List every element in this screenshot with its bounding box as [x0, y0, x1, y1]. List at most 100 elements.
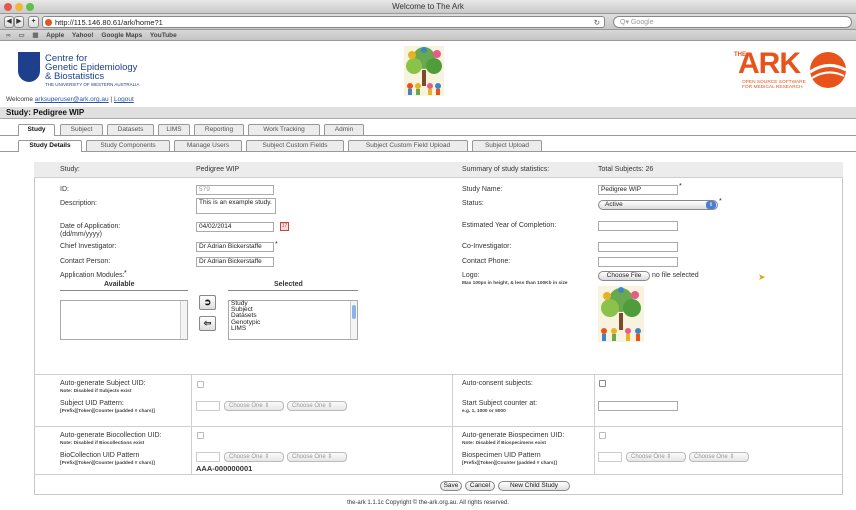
back-button[interactable]: ◀ — [4, 16, 14, 28]
choose-file-button[interactable]: Choose File — [598, 271, 650, 281]
cgeb-logo-text: Centre for Genetic Epidemiology & Biosta… — [45, 54, 137, 82]
contact-phone-field[interactable] — [598, 257, 678, 267]
reading-list-icon[interactable]: ∞ — [6, 32, 11, 39]
bio-uid-example: AAA-000000001 — [196, 464, 253, 473]
tab-admin[interactable]: Admin — [324, 124, 364, 135]
bio-counter-select[interactable]: Choose One ⇕ — [287, 452, 347, 462]
available-divider — [60, 290, 188, 291]
biospec-prefix-field[interactable] — [598, 452, 622, 462]
cancel-button[interactable]: Cancel — [465, 481, 495, 491]
selected-modules-list[interactable]: Study Subject Datasets Genotypic LIMS — [228, 300, 358, 340]
ark-swoosh-icon — [809, 52, 847, 88]
auto-bio-checkbox[interactable] — [197, 432, 204, 439]
auto-consent-label: Auto-consent subjects: — [462, 380, 533, 387]
biospec-pattern-label: Biospecimen UID Pattern — [462, 452, 541, 459]
main-tabs: Study Subject Datasets LIMS Reporting Wo… — [0, 124, 856, 136]
minimize-window-icon[interactable] — [15, 3, 23, 11]
tab-study-components[interactable]: Study Components — [86, 140, 170, 151]
column-divider — [191, 374, 192, 426]
bookmark-apple[interactable]: Apple — [46, 32, 64, 39]
available-scrollbar[interactable] — [180, 301, 187, 339]
add-bookmark-button[interactable]: + — [28, 16, 39, 28]
co-investigator-label: Co-Investigator: — [462, 243, 512, 250]
tab-work-tracking[interactable]: Work Tracking — [248, 124, 320, 135]
tab-lims[interactable]: LIMS — [158, 124, 190, 135]
auto-biospec-note: Note: Disabled if Biospecimens exist — [462, 441, 546, 446]
start-counter-field[interactable] — [598, 401, 678, 411]
biospec-token-select[interactable]: Choose One ⇕ — [626, 452, 686, 462]
status-select[interactable]: Active ⇕ — [598, 200, 718, 210]
tab-datasets[interactable]: Datasets — [107, 124, 154, 135]
tab-subject-custom-field-upload[interactable]: Subject Custom Field Upload — [348, 140, 468, 151]
calendar-icon[interactable]: 17 — [280, 222, 289, 231]
reload-icon[interactable]: ↻ — [594, 17, 600, 28]
user-link[interactable]: arksuperuser@ark.org.au — [35, 96, 109, 103]
tab-subject-custom-fields[interactable]: Subject Custom Fields — [246, 140, 344, 151]
tab-study-details[interactable]: Study Details — [18, 140, 82, 152]
bio-prefix-field[interactable] — [196, 452, 220, 462]
welcome-line: Welcome arksuperuser@ark.org.au | Logout — [6, 96, 134, 103]
cursor-icon: ➤ — [758, 272, 766, 282]
tab-study[interactable]: Study — [18, 124, 55, 136]
selected-scrollbar[interactable] — [350, 301, 357, 339]
tab-subject[interactable]: Subject — [60, 124, 103, 135]
zoom-window-icon[interactable] — [26, 3, 34, 11]
study-name-field[interactable]: Pedigree WIP — [598, 185, 678, 195]
status-label: Status: — [462, 200, 484, 207]
contact-person-field[interactable]: Dr Adrian Bickerstaffe — [196, 257, 274, 267]
chief-investigator-field[interactable]: Dr Adrian Bickerstaffe — [196, 242, 274, 252]
bookmark-youtube[interactable]: YouTube — [150, 32, 177, 39]
subject-counter-select[interactable]: Choose One ⇕ — [287, 401, 347, 411]
description-field[interactable]: This is an example study. — [196, 198, 276, 214]
modules-label: Application Modules: — [60, 272, 125, 279]
bookmark-yahoo[interactable]: Yahoo! — [72, 32, 94, 39]
est-year-field[interactable] — [598, 221, 678, 231]
date-field[interactable]: 04/02/2014 — [196, 222, 274, 232]
url-text: http://115.146.80.61/ark/home?1 — [55, 18, 163, 27]
study-value: Pedigree WIP — [196, 166, 240, 173]
auto-subject-checkbox[interactable] — [197, 381, 204, 388]
id-field[interactable]: 579 — [196, 185, 274, 195]
tab-reporting[interactable]: Reporting — [194, 124, 244, 135]
logo-note: Max 100px in height, & less than 100Kb i… — [462, 281, 568, 286]
auto-consent-checkbox[interactable] — [599, 380, 606, 387]
auto-biospec-label: Auto-generate Biospecimen UID: — [462, 432, 565, 439]
column-divider — [452, 374, 453, 426]
scroll-thumb[interactable] — [352, 305, 356, 319]
auto-biospec-checkbox[interactable] — [599, 432, 606, 439]
summary-label: Summary of study statistics: — [462, 166, 550, 173]
available-label: Available — [104, 281, 135, 288]
required-mark: * — [124, 270, 127, 277]
bookmarks-icon[interactable]: ▭ — [18, 32, 24, 39]
search-field[interactable]: Q▾ Google — [613, 16, 852, 28]
form-header — [34, 162, 843, 178]
select-arrows-icon: ⇕ — [666, 454, 672, 460]
list-item[interactable]: LIMS — [229, 325, 357, 332]
co-investigator-field[interactable] — [598, 242, 678, 252]
top-sites-icon[interactable]: ▦ — [32, 32, 38, 39]
bio-token-select[interactable]: Choose One ⇕ — [224, 452, 284, 462]
forward-button[interactable]: ▶ — [14, 16, 24, 28]
window-title: Welcome to The Ark — [392, 2, 464, 11]
logout-link[interactable]: Logout — [114, 96, 134, 103]
select-arrows-icon: ⇕ — [327, 403, 333, 409]
add-module-button[interactable]: ➲ — [199, 295, 216, 310]
status-value: Active — [605, 201, 623, 208]
tab-manage-users[interactable]: Manage Users — [174, 140, 242, 151]
biospec-counter-select[interactable]: Choose One ⇕ — [689, 452, 749, 462]
subject-prefix-field[interactable] — [196, 401, 220, 411]
ark-tagline-2: FOR MEDICAL RESEARCH — [742, 85, 803, 90]
new-child-study-button[interactable]: New Child Study — [498, 481, 570, 491]
remove-module-button[interactable]: ⇦ — [199, 316, 216, 331]
column-divider — [452, 426, 453, 474]
save-button[interactable]: Save — [440, 481, 462, 491]
required-mark: * — [719, 198, 722, 205]
start-counter-note: e.g. 1, 1000 or 5000 — [462, 409, 506, 414]
url-field[interactable]: http://115.146.80.61/ark/home?1 ↻ — [42, 16, 605, 28]
chief-investigator-label: Chief Investigator: — [60, 243, 117, 250]
available-modules-list[interactable] — [60, 300, 188, 340]
bookmark-google-maps[interactable]: Google Maps — [101, 32, 142, 39]
close-window-icon[interactable] — [4, 3, 12, 11]
tab-subject-upload[interactable]: Subject Upload — [472, 140, 542, 151]
subject-token-select[interactable]: Choose One ⇕ — [224, 401, 284, 411]
